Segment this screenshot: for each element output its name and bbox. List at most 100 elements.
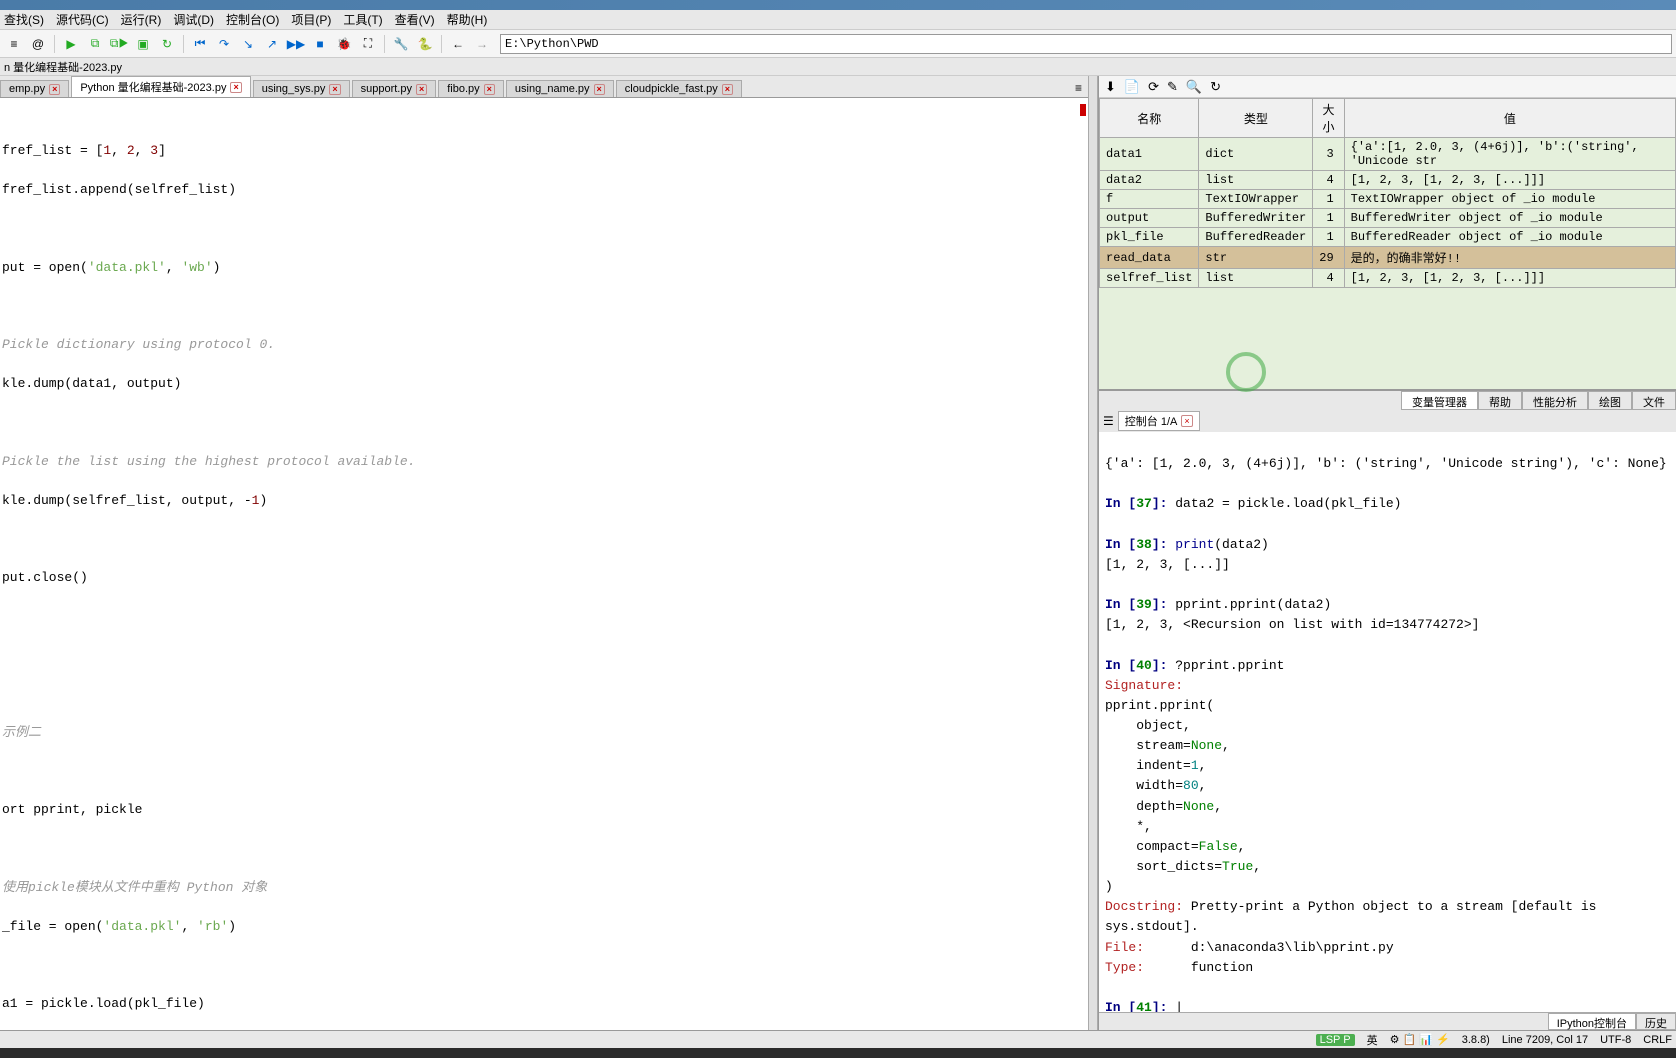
- separator: [54, 35, 55, 53]
- menu-run[interactable]: 运行(R): [121, 11, 162, 28]
- table-row[interactable]: read_datastr29是的，的确非常好!!: [1100, 247, 1676, 269]
- python-icon[interactable]: 🐍: [415, 34, 435, 54]
- col-size[interactable]: 大小: [1313, 99, 1344, 138]
- menu-help[interactable]: 帮助(H): [447, 11, 488, 28]
- forward-icon[interactable]: →: [472, 34, 492, 54]
- step-out-icon[interactable]: ↗: [262, 34, 282, 54]
- cell-value: BufferedReader object of _io module: [1344, 228, 1675, 247]
- cell-value: TextIOWrapper object of _io module: [1344, 190, 1675, 209]
- cursor-position: Line 7209, Col 17: [1502, 1034, 1588, 1046]
- tab-using-sys[interactable]: using_sys.py×: [253, 80, 350, 97]
- tab-label: fibo.py: [447, 83, 479, 95]
- run-icon[interactable]: ▶: [61, 34, 81, 54]
- tab-support[interactable]: support.py×: [352, 80, 437, 97]
- close-icon[interactable]: ×: [1181, 415, 1192, 427]
- separator: [384, 35, 385, 53]
- tab-main[interactable]: Python 量化编程基础-2023.py×: [71, 76, 250, 97]
- variable-explorer[interactable]: 名称 类型 大小 值 data1dict3{'a':[1, 2.0, 3, (4…: [1099, 98, 1676, 390]
- reload-icon[interactable]: ↻: [157, 34, 177, 54]
- run-cell-icon[interactable]: ⧉: [85, 34, 105, 54]
- tab-files[interactable]: 文件: [1632, 391, 1676, 410]
- right-panel-tabs: 变量管理器 帮助 性能分析 绘图 文件: [1099, 390, 1676, 410]
- tab-var-explorer[interactable]: 变量管理器: [1401, 391, 1478, 410]
- col-value[interactable]: 值: [1344, 99, 1675, 138]
- tab-history[interactable]: 历史: [1636, 1013, 1676, 1030]
- tab-help[interactable]: 帮助: [1478, 391, 1522, 410]
- search-icon[interactable]: 🔍: [1186, 79, 1202, 95]
- console-menu-icon[interactable]: ☰: [1103, 414, 1114, 428]
- table-row[interactable]: data1dict3{'a':[1, 2.0, 3, (4+6j)], 'b':…: [1100, 138, 1676, 171]
- close-icon[interactable]: ×: [594, 84, 605, 95]
- edit-icon[interactable]: ✎: [1167, 79, 1178, 95]
- current-file-label: n 量化编程基础-2023.py: [4, 59, 122, 75]
- close-icon[interactable]: ×: [484, 84, 495, 95]
- menu-debug[interactable]: 调试(D): [173, 11, 214, 28]
- table-row[interactable]: outputBufferedWriter1BufferedWriter obje…: [1100, 209, 1676, 228]
- load-icon[interactable]: 📄: [1124, 79, 1140, 95]
- menu-source[interactable]: 源代码(C): [56, 11, 109, 28]
- wrench-icon[interactable]: 🔧: [391, 34, 411, 54]
- col-name[interactable]: 名称: [1100, 99, 1199, 138]
- fullscreen-icon[interactable]: ⛶: [358, 34, 378, 54]
- cell-type: BufferedWriter: [1199, 209, 1313, 228]
- table-row[interactable]: fTextIOWrapper1TextIOWrapper object of _…: [1100, 190, 1676, 209]
- cell-size: 1: [1313, 190, 1344, 209]
- continue-icon[interactable]: ▶▶: [286, 34, 306, 54]
- table-row[interactable]: selfref_listlist4[1, 2, 3, [1, 2, 3, [..…: [1100, 269, 1676, 288]
- tab-plots[interactable]: 绘图: [1588, 391, 1632, 410]
- tab-label: emp.py: [9, 83, 45, 95]
- close-icon[interactable]: ×: [722, 84, 733, 95]
- cell-name: read_data: [1100, 247, 1199, 269]
- tab-using-name[interactable]: using_name.py×: [506, 80, 614, 97]
- toolbar: ≡ @ ▶ ⧉ ⧉▶ ▣ ↻ ⏮ ↷ ↘ ↗ ▶▶ ■ 🐞 ⛶ 🔧 🐍 ← →: [0, 30, 1676, 58]
- reload-icon[interactable]: ↻: [1210, 79, 1221, 95]
- code-editor[interactable]: fref_list = [1, 2, 3] fref_list.append(s…: [0, 98, 1088, 1030]
- cell-type: TextIOWrapper: [1199, 190, 1313, 209]
- close-icon[interactable]: ×: [230, 82, 241, 93]
- cell-type: list: [1199, 269, 1313, 288]
- step-icon[interactable]: ⏮: [190, 34, 210, 54]
- separator: [441, 35, 442, 53]
- step-over-icon[interactable]: ↷: [214, 34, 234, 54]
- tab-ipython-console[interactable]: IPython控制台: [1548, 1013, 1636, 1030]
- console-tabbar: ☰ 控制台 1/A ×: [1099, 410, 1676, 432]
- menu-project[interactable]: 项目(P): [291, 11, 331, 28]
- refresh-icon[interactable]: ⟳: [1148, 79, 1159, 95]
- back-icon[interactable]: ←: [448, 34, 468, 54]
- run-file-icon[interactable]: ▣: [133, 34, 153, 54]
- tab-profiler[interactable]: 性能分析: [1522, 391, 1588, 410]
- close-icon[interactable]: ×: [329, 84, 340, 95]
- close-icon[interactable]: ×: [416, 84, 427, 95]
- path-input[interactable]: [500, 34, 1672, 54]
- cell-name: pkl_file: [1100, 228, 1199, 247]
- console-cursor[interactable]: |: [1175, 1000, 1183, 1012]
- stop-icon[interactable]: ■: [310, 34, 330, 54]
- col-type[interactable]: 类型: [1199, 99, 1313, 138]
- menu-console[interactable]: 控制台(O): [226, 11, 279, 28]
- step-into-icon[interactable]: ↘: [238, 34, 258, 54]
- menu-find[interactable]: 查找(S): [4, 11, 44, 28]
- close-icon[interactable]: ×: [49, 84, 60, 95]
- menu-view[interactable]: 查看(V): [395, 11, 435, 28]
- ipython-console[interactable]: {'a': [1, 2.0, 3, (4+6j)], 'b': ('string…: [1099, 432, 1676, 1012]
- cell-value: 是的，的确非常好!!: [1344, 247, 1675, 269]
- menu-tools[interactable]: 工具(T): [343, 11, 382, 28]
- cell-type: dict: [1199, 138, 1313, 171]
- tab-cloudpickle[interactable]: cloudpickle_fast.py×: [616, 80, 742, 97]
- lsp-status[interactable]: LSP P: [1316, 1034, 1355, 1046]
- menu-icon[interactable]: ≡: [4, 34, 24, 54]
- separator: [183, 35, 184, 53]
- debug-icon[interactable]: 🐞: [334, 34, 354, 54]
- at-icon[interactable]: @: [28, 34, 48, 54]
- cell-size: 3: [1313, 138, 1344, 171]
- tab-fibo[interactable]: fibo.py ×: [438, 80, 504, 97]
- splitter[interactable]: [1088, 76, 1098, 1030]
- tab-menu-icon[interactable]: ≡: [1069, 79, 1088, 97]
- cell-value: BufferedWriter object of _io module: [1344, 209, 1675, 228]
- tab-temp[interactable]: emp.py ×: [0, 80, 69, 97]
- console-tab[interactable]: 控制台 1/A ×: [1118, 411, 1200, 431]
- table-row[interactable]: data2list4[1, 2, 3, [1, 2, 3, [...]]]: [1100, 171, 1676, 190]
- table-row[interactable]: pkl_fileBufferedReader1BufferedReader ob…: [1100, 228, 1676, 247]
- run-selection-icon[interactable]: ⧉▶: [109, 34, 129, 54]
- save-icon[interactable]: ⬇: [1105, 79, 1116, 95]
